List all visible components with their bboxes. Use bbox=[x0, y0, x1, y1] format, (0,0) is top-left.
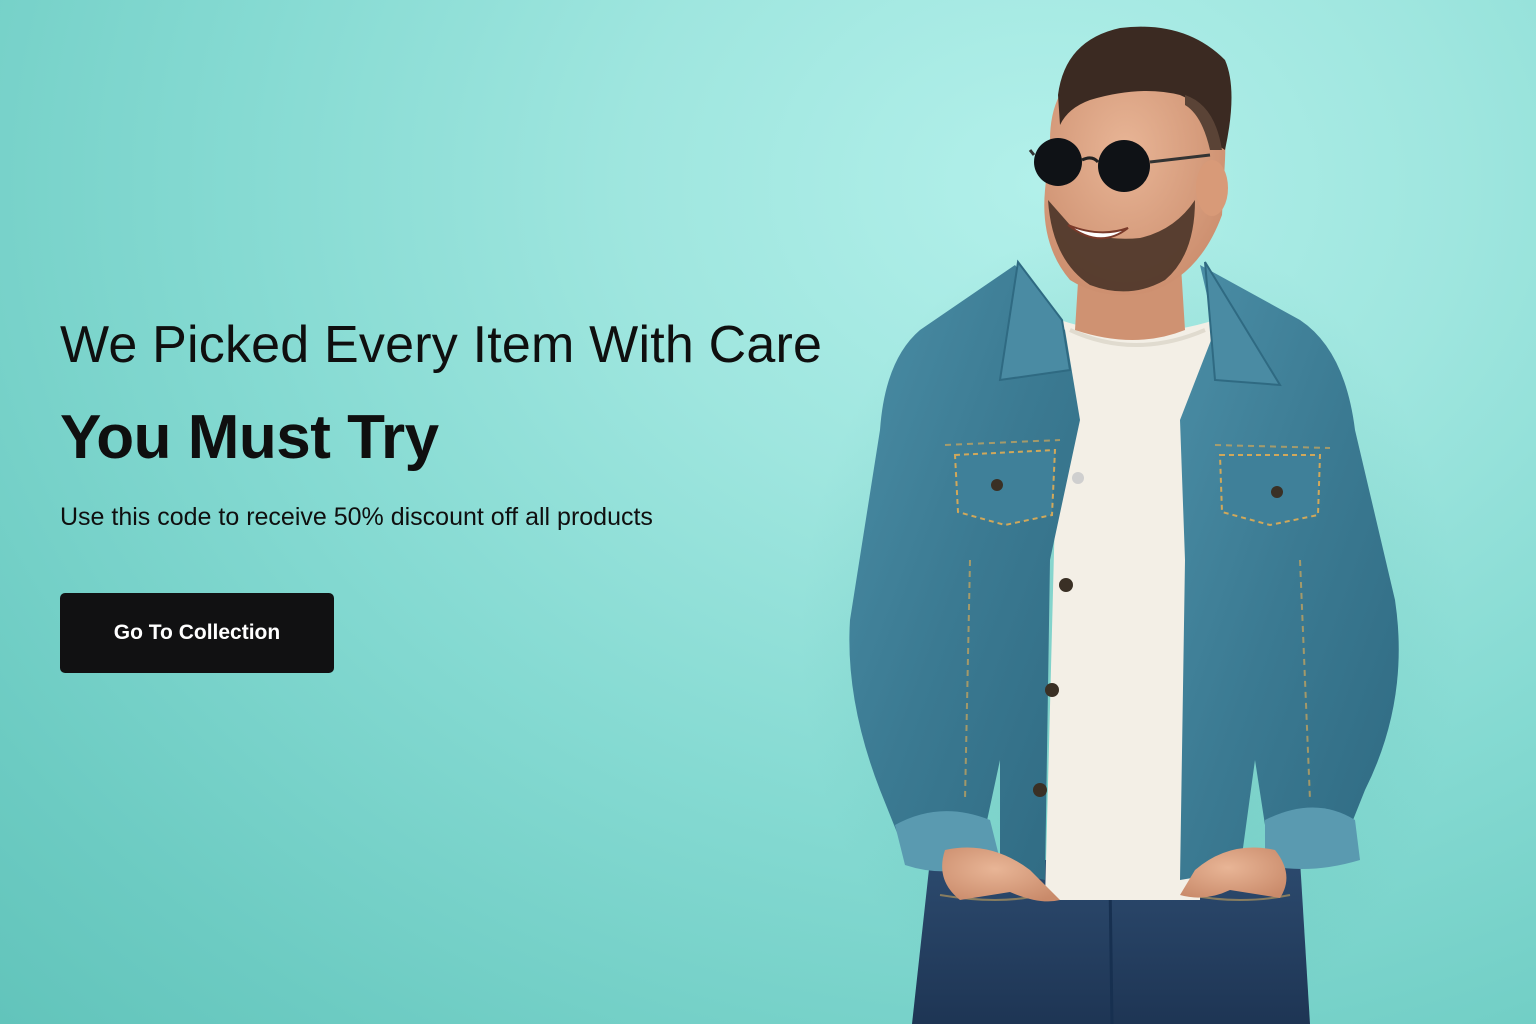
model-photo bbox=[800, 26, 1460, 1024]
hero-banner: We Picked Every Item With Care You Must … bbox=[0, 0, 1536, 1024]
